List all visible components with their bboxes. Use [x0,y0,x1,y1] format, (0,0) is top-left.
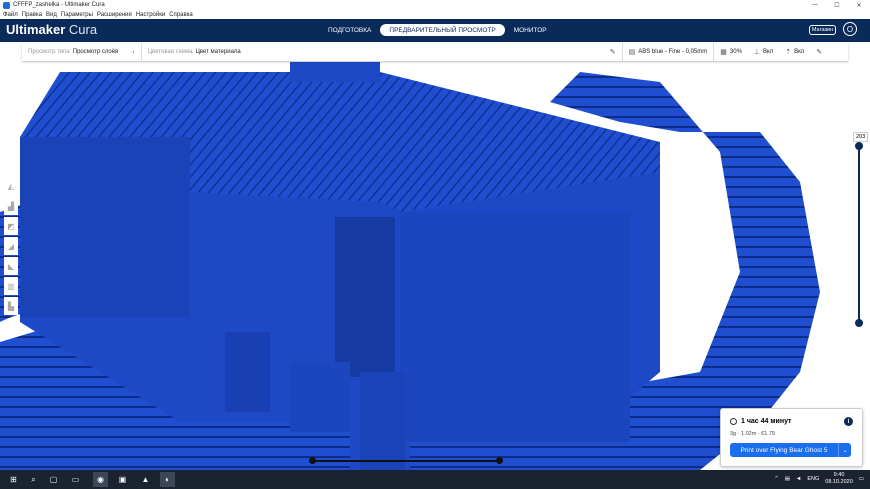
simulation-slider-end-handle[interactable] [496,457,503,464]
chrome-icon[interactable]: ◉ [93,472,108,487]
menu-extensions[interactable]: Расширения [97,12,132,18]
window-title: CFFFP_zashelka - Ultimaker Cura [13,2,105,8]
acrobat-icon[interactable]: ▲ [138,472,153,487]
color-scheme-selector[interactable]: Цветовая схема Цвет материала ✎ [142,43,622,61]
3d-viewport[interactable] [0,42,870,470]
windows-taskbar: ⊞ ⌕ ▢ ▭ ◉ ▣ ▲ ◐ ⌃ ▤ ◄ ENG 9:40 08.10.202… [0,470,870,489]
taskbar-clock[interactable]: 9:40 08.10.2020 [825,472,853,486]
perspective-icon[interactable]: ▥ [4,277,18,295]
clock-icon [730,418,737,425]
edit-pencil-icon[interactable]: ✎ [610,48,616,56]
tray-arrow-icon[interactable]: ⌃ [774,476,779,482]
notifications-icon[interactable]: ▭ [859,476,864,482]
layer-slider-lower-handle[interactable] [855,319,863,327]
simulation-slider-track[interactable] [312,460,499,462]
layer-slider-track[interactable] [858,146,860,324]
account-avatar[interactable]: O [843,22,857,36]
maximize-button[interactable]: ☐ [826,0,848,10]
menu-edit[interactable]: Правка [22,12,42,18]
system-tray: ⌃ ▤ ◄ ENG 9:40 08.10.2020 ▭ [774,472,864,486]
adhesion-indicator[interactable]: ⇡ Вкл [779,43,810,61]
cura-app-icon [3,1,10,9]
windows-start-icon[interactable]: ⊞ [6,472,21,487]
top-view-icon[interactable]: ◩ [4,217,18,235]
app-header: Ultimaker Cura ПОДГОТОВКА ПРЕДВАРИТЕЛЬНЫ… [0,19,870,42]
cura-taskbar-icon[interactable]: ◐ [160,472,175,487]
material-usage: 3g · 1.02m · €1.79 [730,431,775,437]
tab-prepare[interactable]: ПОДГОТОВКА [319,24,380,36]
menu-preferences[interactable]: Настройки [136,12,165,18]
menu-bar: Файл Правка Вид Параметры Расширения Нас… [0,10,870,19]
view-tools: ◭ ▟ ◩ ◢ ◣ ▥ ▙ [4,177,18,317]
menu-help[interactable]: Справка [169,12,193,18]
close-button[interactable]: ✕ [848,0,870,10]
3d-builder-icon[interactable]: ▣ [115,472,130,487]
menu-settings[interactable]: Параметры [61,12,93,18]
print-summary-panel: 1 час 44 минут i 3g · 1.02m · €1.79 Prin… [720,408,863,467]
tab-monitor[interactable]: МОНИТОР [505,24,556,36]
printer-profile-icon: ▤ [628,49,636,56]
search-icon[interactable]: ⌕ [26,472,41,487]
print-profile-selector[interactable]: ▤ ABS blue - Fine - 0,05mm [621,43,715,61]
menu-file[interactable]: Файл [3,12,18,18]
left-view-icon[interactable]: ◢ [4,237,18,255]
support-indicator[interactable]: ⊥ Вкл [748,43,779,61]
view-type-selector[interactable]: Просмотр типа Просмотр слоёв ‹ [22,43,142,61]
simulation-slider-start-handle[interactable] [309,457,316,464]
layer-number[interactable]: 203 [853,132,869,142]
print-button[interactable]: Print over Flying Bear Ghost 5 ⌄ [730,443,851,457]
stage-tabs: ПОДГОТОВКА ПРЕДВАРИТЕЛЬНЫЙ ПРОСМОТР МОНИ… [319,24,556,36]
marketplace-button[interactable]: Магазин [809,25,836,35]
support-icon: ⊥ [753,49,761,56]
chevron-down-icon[interactable]: ⌄ [838,443,851,457]
network-icon[interactable]: ▤ [785,476,790,482]
minimize-button[interactable]: — [804,0,826,10]
ultimaker-logo: Ultimaker Cura [6,22,98,37]
title-bar: CFFFP_zashelka - Ultimaker Cura — ☐ ✕ [0,0,870,10]
tab-preview[interactable]: ПРЕДВАРИТЕЛЬНЫЙ ПРОСМОТР [380,24,505,36]
collapse-icon[interactable]: ‹ [132,49,134,56]
infill-icon: ▦ [720,49,727,56]
edit-pencil-icon: ✎ [816,49,823,56]
language-indicator[interactable]: ENG [807,476,819,482]
info-icon[interactable]: i [844,417,853,426]
menu-view[interactable]: Вид [46,12,57,18]
orthographic-icon[interactable]: ▙ [4,297,18,315]
layer-view-model [0,42,870,470]
task-view-icon[interactable]: ▢ [46,472,61,487]
adhesion-icon: ⇡ [785,49,792,56]
layer-slider-upper-handle[interactable] [855,142,863,150]
print-time: 1 час 44 минут [730,418,791,425]
explorer-icon[interactable]: ▭ [68,472,83,487]
right-view-icon[interactable]: ◣ [4,257,18,275]
3d-view-icon[interactable]: ◭ [4,177,18,195]
volume-icon[interactable]: ◄ [796,476,801,482]
settings-edit-button[interactable]: ✎ [810,43,828,61]
view-info-bar: Просмотр типа Просмотр слоёв ‹ Цветовая … [22,43,848,61]
infill-indicator[interactable]: ▦ 30% [714,43,748,61]
front-view-icon[interactable]: ▟ [4,197,18,215]
